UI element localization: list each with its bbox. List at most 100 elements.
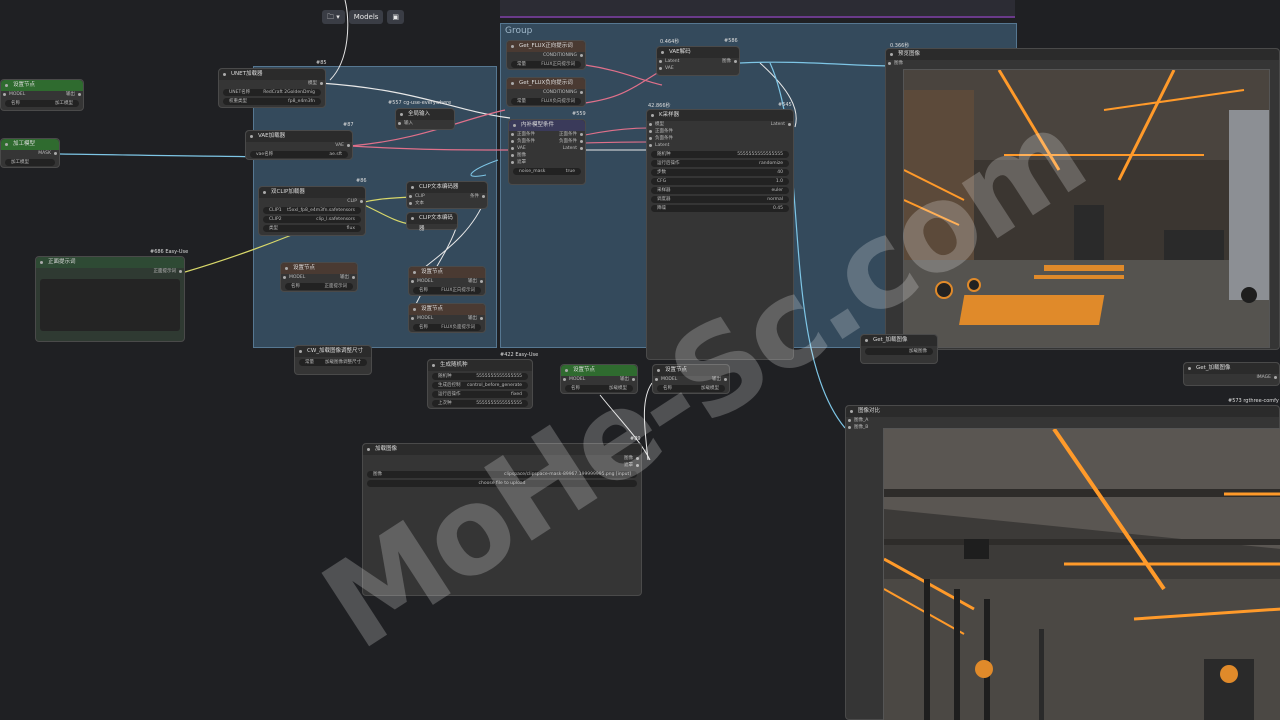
node-slot[interactable]: MODEL 输出 (653, 376, 729, 383)
weight-type-widget[interactable]: 权重类型 fp8_e4m3fn (223, 98, 321, 105)
node-slot[interactable]: VAE (657, 65, 739, 72)
node-dual-clip-loader[interactable]: 双CLIP加载器 CLIP CLIP1 t5xxl_fp8_e4m3fn.safe… (258, 186, 366, 236)
prompt-textarea[interactable] (40, 279, 180, 331)
node-set-model-green[interactable]: 设置节点 MODEL 输出 名称 加载模型 (560, 364, 638, 394)
scheduler-widget[interactable]: 调度器 normal (651, 196, 789, 203)
node-slot[interactable]: CONDITIONING (507, 52, 585, 59)
node-slot[interactable]: Latent 图像 (657, 58, 739, 65)
save-button[interactable]: ▣ (387, 10, 405, 24)
node-vae-decode[interactable]: VAE解码 Latent 图像 VAE (656, 46, 740, 76)
node-slot[interactable]: MODEL 输出 (561, 376, 637, 383)
node-slot[interactable]: 正面提示词 (36, 268, 184, 275)
node-slot[interactable]: MODEL 输出 (1, 91, 83, 98)
node-positive-prompt[interactable]: 正面提示词 正面提示词 (35, 256, 185, 342)
node-id: #586 (724, 38, 738, 44)
noise-mask-widget[interactable]: noise_mask true (513, 168, 581, 175)
node-set-model-left[interactable]: 设置节点 MODEL 输出 名称 加工模型 (0, 79, 84, 111)
models-button[interactable]: Models (348, 10, 384, 24)
node-global-input[interactable]: 全局输入 输入 (395, 108, 455, 130)
node-slot[interactable]: 正面条件 正面条件 (509, 131, 585, 138)
node-widget[interactable]: 名称 加工模型 (5, 100, 79, 107)
node-slot[interactable]: 正面条件 (647, 128, 793, 135)
node-slot[interactable]: 文本 (407, 200, 487, 207)
node-slot[interactable]: 模型 Latent (647, 121, 793, 128)
node-set-positive[interactable]: 设置节点 MODEL 输出 名称 FLUX正向提示词 (408, 266, 486, 296)
denoise-widget[interactable]: 降噪 0.45 (651, 205, 789, 212)
node-title: 全局输入 (396, 109, 454, 120)
node-widget[interactable]: 名称 加载模型 (565, 385, 633, 392)
node-slot[interactable]: CLIP (259, 198, 365, 205)
node-random-seed[interactable]: 生成随机种 随机种 5555555555555555 生成后控制 control_b… (427, 359, 533, 409)
steps-widget[interactable]: 步数 40 (651, 169, 789, 176)
node-clip-text-encode-2[interactable]: CLIP文本编码器 (406, 212, 458, 232)
compare-image[interactable] (883, 428, 1280, 720)
node-unet-loader[interactable]: UNET加载器 模型 UNET名称 RedCraft 2GoldenDmig 权重… (218, 68, 326, 108)
node-title: VAE解码 (657, 47, 739, 58)
control-widget[interactable]: 生成后控制 control_before_generate (432, 382, 528, 389)
node-widget[interactable]: 加载图像 (865, 348, 933, 355)
node-slot[interactable]: MODEL 输出 (409, 315, 485, 322)
node-slot[interactable]: CONDITIONING (507, 89, 585, 96)
node-slot[interactable]: 负面条件 (647, 135, 793, 142)
folder-button[interactable]: 🗀 ▾ (322, 10, 345, 24)
folder-icon: 🗀 ▾ (327, 13, 340, 21)
control-after-widget[interactable]: 运行后操作 randomize (651, 160, 789, 167)
node-slot[interactable]: 图像_A (846, 417, 1279, 424)
last-seed-widget[interactable]: 上次种 5555555555555555 (432, 400, 528, 407)
clip1-widget[interactable]: CLIP1 t5xxl_fp8_e4m3fn.safetensors (263, 207, 361, 214)
vae-name-widget[interactable]: vae名称 ae.sft (250, 151, 348, 158)
image-select-widget[interactable]: 图像 clipspace/clipspace-mask-89967.1999999… (367, 471, 637, 478)
node-title: K采样器 (647, 110, 793, 121)
node-mask-left[interactable]: 加工模型 MASK 加工模型 (0, 138, 60, 168)
node-get-negative[interactable]: Get_FLUX负向提示词 CONDITIONING 常量 FLUX负向提示词 (506, 77, 586, 107)
node-slot[interactable]: MODEL 输出 (409, 278, 485, 285)
node-clip-text-encode-1[interactable]: CLIP文本编码器 CLIP 条件 文本 (406, 181, 488, 209)
node-get-load-image-2[interactable]: Get_加载图像 IMAGE (1183, 362, 1280, 386)
node-inpaint-conditioning[interactable]: 内补模型条件 正面条件 正面条件 负面条件 负面条件 VAE Latent 图像 遮罩… (508, 119, 586, 185)
node-widget[interactable]: 名称 FLUX负面提示词 (413, 324, 481, 331)
node-slot[interactable]: 遮罩 (509, 159, 585, 166)
cfg-widget[interactable]: CFG 1.0 (651, 178, 789, 185)
sampler-widget[interactable]: 采样器 euler (651, 187, 789, 194)
clip-type-widget[interactable]: 类型 flux (263, 225, 361, 232)
node-vae-loader[interactable]: VAE加载器 VAE vae名称 ae.sft (245, 130, 353, 160)
node-widget[interactable]: 名称 FLUX正向提示词 (413, 287, 481, 294)
node-widget[interactable]: 名称 正面提示词 (285, 283, 353, 290)
node-canvas[interactable]: Group 🗀 ▾ Models ▣ 设置节点 MODEL输出 名称加工模型 (0, 0, 1280, 720)
node-widget[interactable]: 常量 加载图像调整尺寸 (299, 359, 367, 366)
node-slot[interactable]: CLIP 条件 (407, 193, 487, 200)
node-widget[interactable]: 常量 FLUX正向提示词 (511, 61, 581, 68)
node-get-positive[interactable]: Get_FLUX正向提示词 CONDITIONING 常量 FLUX正向提示词 (506, 40, 586, 70)
node-slot[interactable]: IMAGE (1184, 374, 1279, 381)
after-widget[interactable]: 运行后操作 fixed (432, 391, 528, 398)
seed-widget[interactable]: 随机种 5555555555555555 (432, 373, 528, 380)
node-slot[interactable]: VAE Latent (509, 145, 585, 152)
node-slot[interactable]: 图像 (363, 455, 641, 462)
node-widget[interactable]: 常量 FLUX负向提示词 (511, 98, 581, 105)
node-set-negative[interactable]: 设置节点 MODEL 输出 名称 FLUX负面提示词 (408, 303, 486, 333)
node-slot[interactable]: 模型 (219, 80, 325, 87)
node-slot[interactable]: MASK (1, 150, 59, 157)
node-set-model-2[interactable]: 设置节点 MODEL 输出 名称 加载模型 (652, 364, 730, 394)
upload-button[interactable]: choose file to upload (367, 480, 637, 487)
node-slot[interactable]: 负面条件 负面条件 (509, 138, 585, 145)
clip2-widget[interactable]: CLIP2 clip_l.safetensors (263, 216, 361, 223)
node-id: #559 (572, 111, 586, 117)
node-slot[interactable]: Latent (647, 142, 793, 149)
unet-name-widget[interactable]: UNET名称 RedCraft 2GoldenDmig (223, 89, 321, 96)
seed-widget[interactable]: 随机种 5555555555555555 (651, 151, 789, 158)
node-ksampler[interactable]: K采样器 模型 Latent 正面条件 负面条件 Latent 随机种 555555… (646, 109, 794, 360)
node-set-prompt[interactable]: 设置节点 MODEL 输出 名称 正面提示词 (280, 262, 358, 292)
node-get-load-image[interactable]: Get_加载图像 加载图像 (860, 334, 938, 364)
node-id: #557 cg-use-everywhere (388, 100, 452, 106)
node-slot[interactable]: VAE (246, 142, 352, 149)
node-widget[interactable]: 名称 加载模型 (657, 385, 725, 392)
node-slot[interactable]: 输入 (396, 120, 454, 127)
node-cw-load-image-size[interactable]: CW_加载图像调整尺寸 常量 加载图像调整尺寸 (294, 345, 372, 375)
node-widget[interactable]: 加工模型 (5, 159, 55, 166)
node-slot[interactable]: MODEL 输出 (281, 274, 357, 281)
node-slot[interactable]: 遮罩 (363, 462, 641, 469)
node-slot[interactable]: 图像 (509, 152, 585, 159)
node-load-image[interactable]: 加载图像 图像 遮罩 图像 clipspace/clipspace-mask-89… (362, 443, 642, 596)
node-slot[interactable]: 图像 (886, 60, 1279, 67)
